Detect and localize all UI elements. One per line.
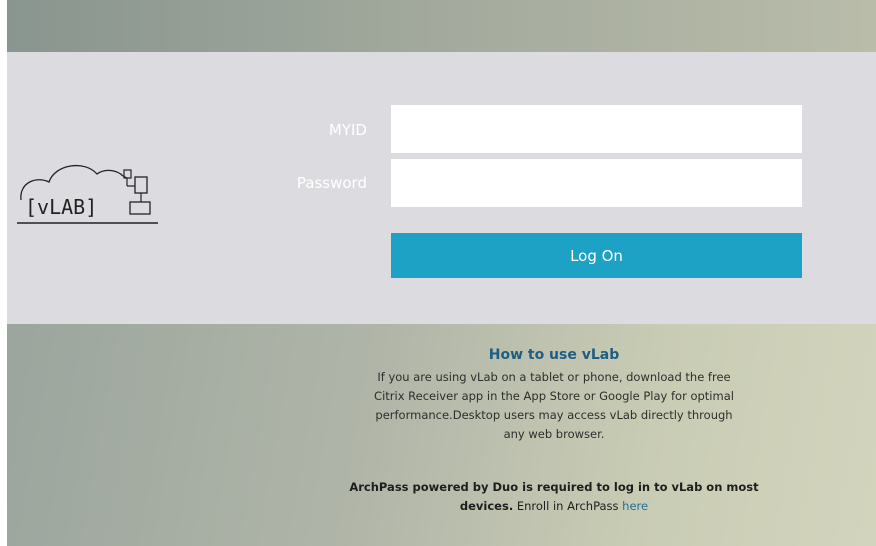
myid-label: MYID [328,121,367,139]
log-on-button[interactable]: Log On [391,233,802,278]
page-background: [vLAB] MYID Password Log On How to use v… [7,0,876,546]
info-section: How to use vLab If you are using vLab on… [7,324,876,546]
password-label: Password [296,174,367,192]
logo-text: [vLAB] [25,195,97,219]
password-input[interactable] [391,159,802,207]
enroll-text: Enroll in ArchPass [513,499,623,513]
info-body: If you are using vLab on a tablet or pho… [374,370,734,441]
myid-input[interactable] [391,105,802,153]
info-title: How to use vLab [488,347,620,363]
enroll-here-link[interactable]: here [622,499,648,513]
vlab-logo: [vLAB] [15,152,163,232]
duo-note: ArchPass powered by Duo is required to l… [337,478,771,516]
header-band [7,0,876,52]
cloud-computer-icon: [vLAB] [17,164,158,224]
login-panel: [vLAB] MYID Password Log On [7,52,876,324]
